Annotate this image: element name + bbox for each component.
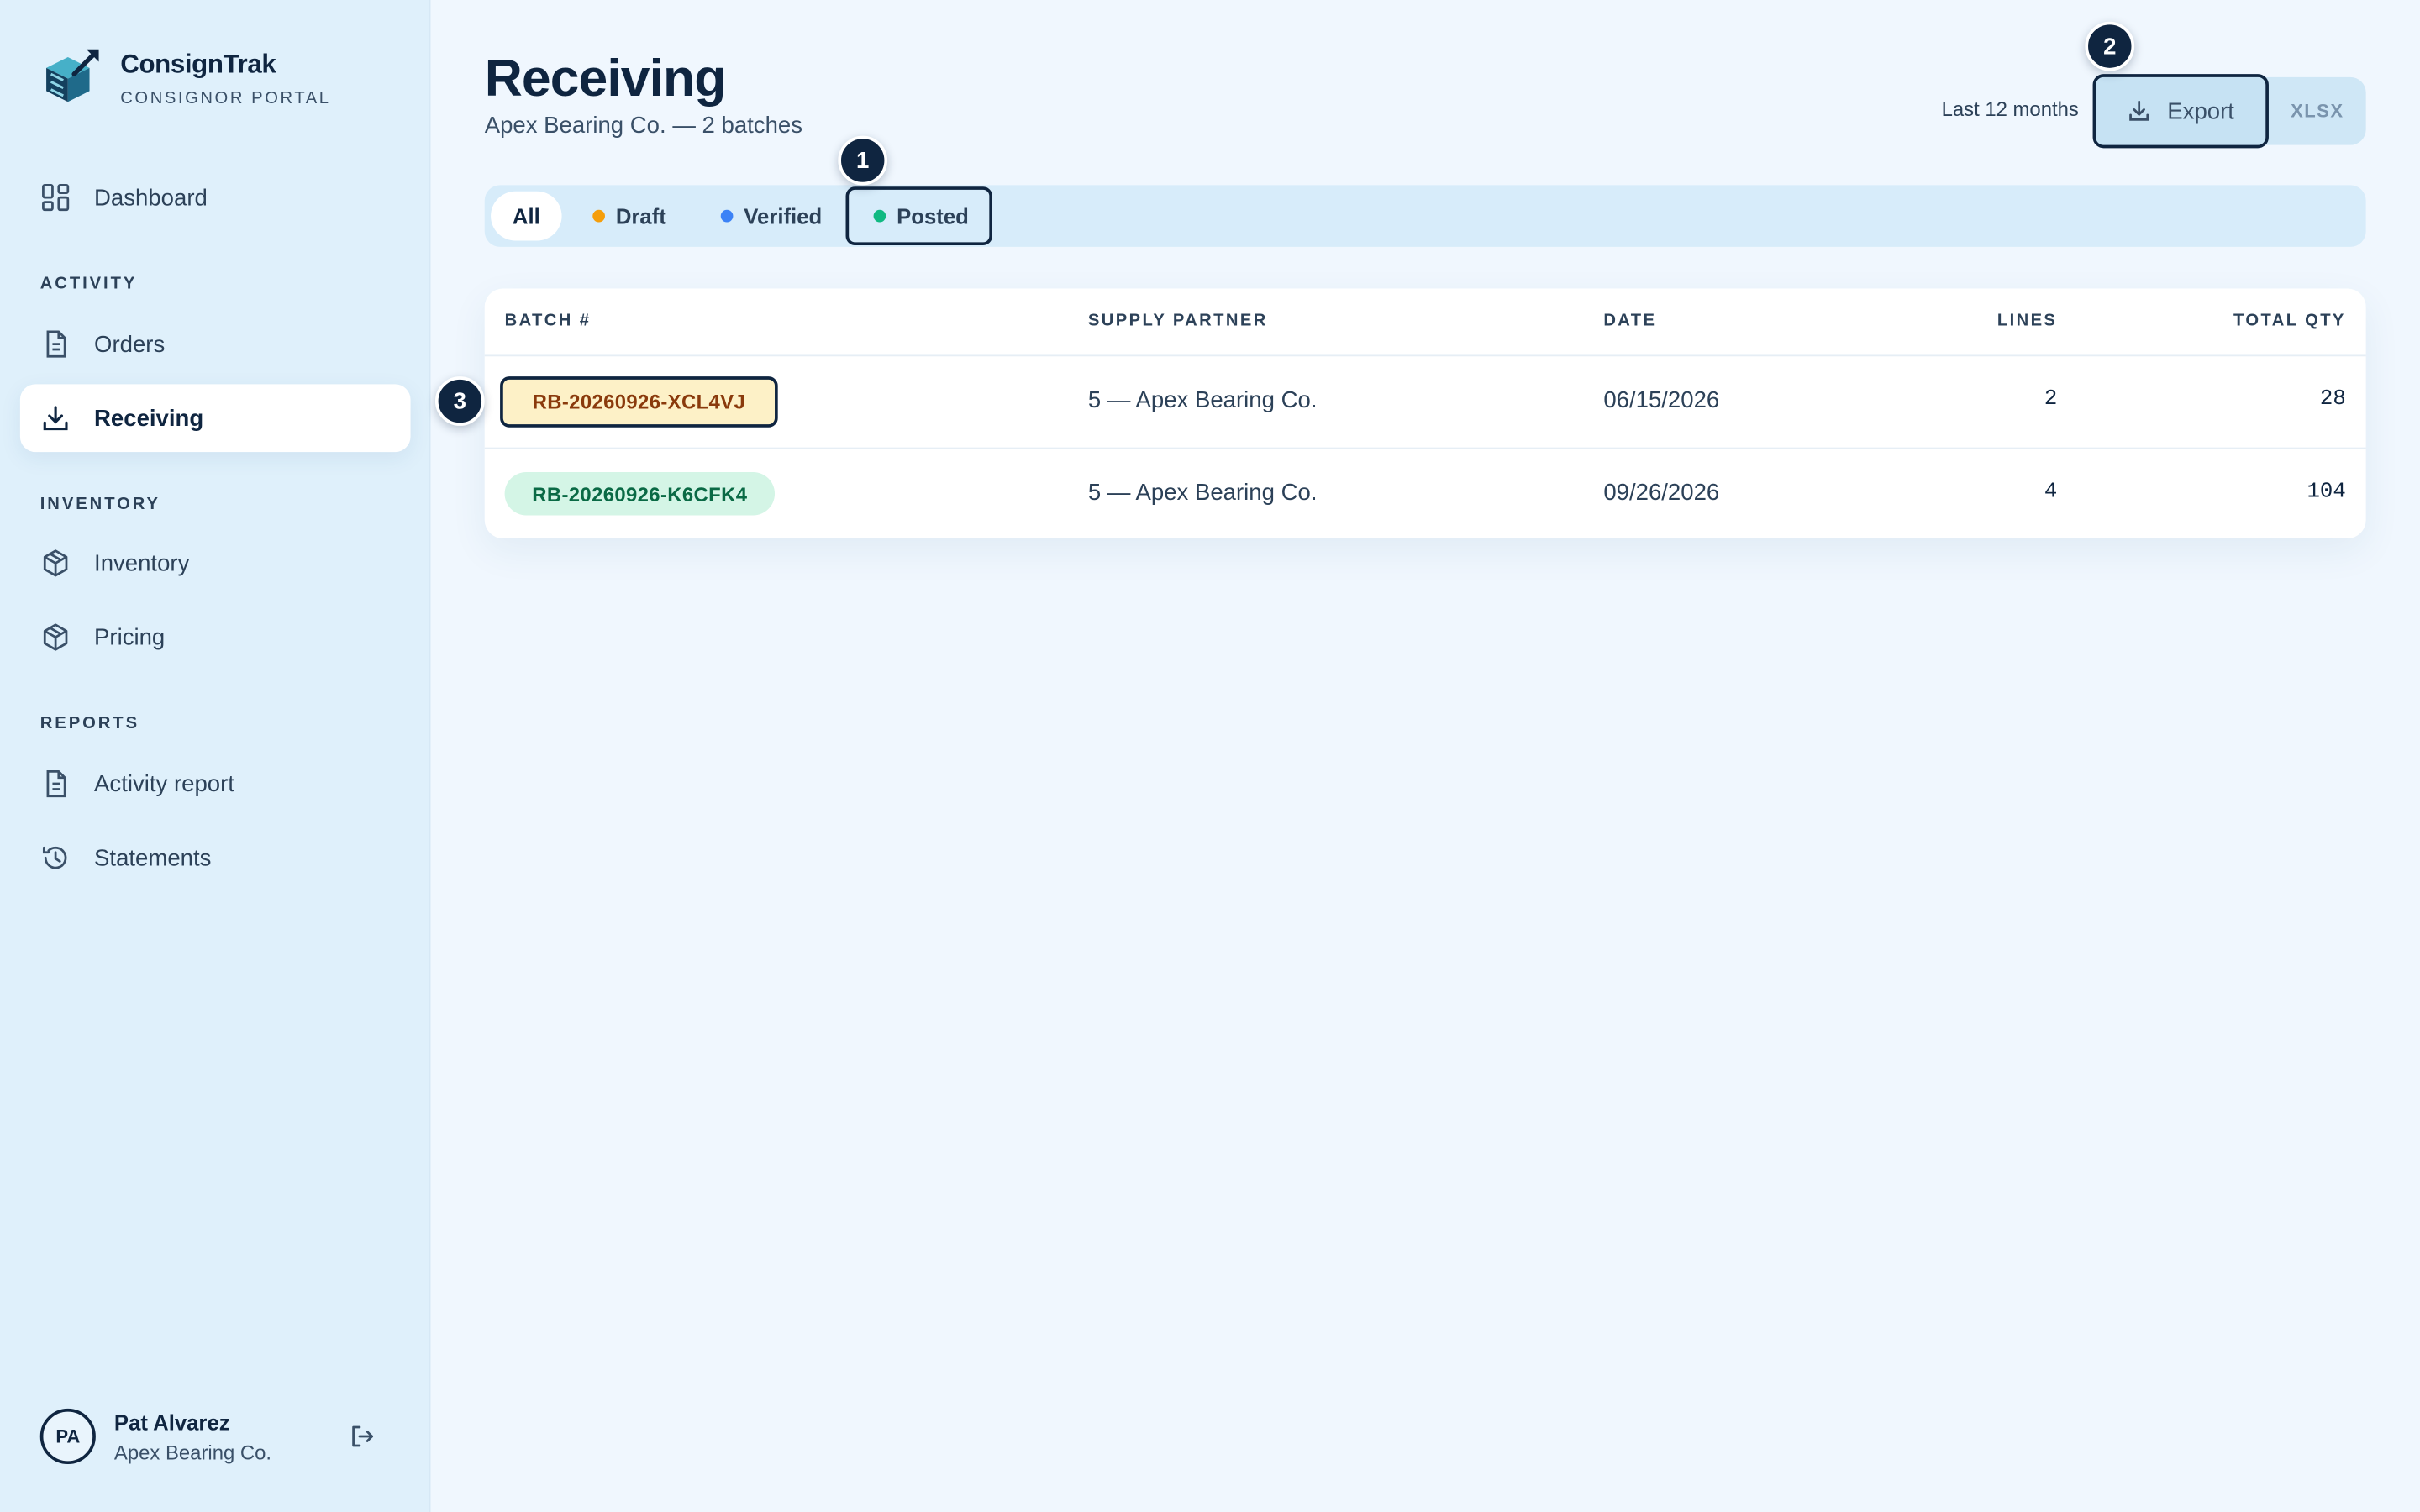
- app-frame: ConsignTrak CONSIGNOR PORTAL Dashboard A…: [0, 0, 2420, 1512]
- logout-icon[interactable]: [349, 1422, 376, 1450]
- annotation-badge: 3: [434, 376, 485, 426]
- sidebar-item-inventory[interactable]: Inventory: [20, 529, 411, 597]
- status-filter-bar: All Draft Verified Posted: [484, 185, 2366, 247]
- table-cell-qty: 28: [2319, 387, 2346, 412]
- sidebar-item-label: Receiving: [94, 405, 204, 432]
- sidebar-item-label: Inventory: [94, 549, 190, 577]
- format-xlsx-button[interactable]: XLSX: [2269, 77, 2366, 145]
- sidebar-item-label: Activity report: [94, 770, 234, 797]
- divider: [484, 447, 2366, 449]
- table-cell-lines: 4: [2044, 480, 2058, 505]
- sidebar-item-label: Statements: [94, 844, 212, 871]
- section-inventory: INVENTORY: [39, 495, 160, 514]
- grid-icon: [42, 184, 70, 212]
- section-activity: ACTIVITY: [39, 274, 138, 293]
- table-cell-date: 09/26/2026: [1603, 480, 1720, 507]
- status-dot: [592, 209, 605, 223]
- section-reports: REPORTS: [39, 714, 139, 733]
- box-icon: [43, 549, 68, 577]
- brand-name: ConsignTrak: [120, 49, 276, 79]
- history-icon: [42, 846, 67, 869]
- filter-tab-label: Draft: [615, 203, 666, 228]
- table-cell-date: 06/15/2026: [1603, 387, 1720, 414]
- annotation-badge: 2: [2085, 21, 2135, 71]
- download-icon: [2129, 100, 2149, 121]
- filter-tab-posted[interactable]: Posted: [845, 186, 992, 246]
- column-header[interactable]: BATCH #: [505, 312, 592, 330]
- avatar[interactable]: PA: [39, 1408, 96, 1465]
- divider: [484, 354, 2366, 357]
- sidebar: ConsignTrak CONSIGNOR PORTAL Dashboard A…: [0, 0, 431, 1512]
- column-header[interactable]: DATE: [1603, 312, 1656, 330]
- filter-tab-label: Posted: [897, 203, 969, 228]
- table-cell-lines: 2: [2044, 387, 2058, 412]
- status-dot: [720, 209, 734, 223]
- column-header[interactable]: LINES: [1997, 312, 2057, 330]
- box-icon: [43, 623, 68, 651]
- sidebar-item-orders[interactable]: Orders: [20, 310, 411, 378]
- date-range[interactable]: Last 12 months: [1942, 97, 2079, 121]
- user-profile: PA Pat Alvarez Apex Bearing Co.: [39, 1407, 395, 1468]
- document-icon: [46, 769, 66, 798]
- brand-subtitle: CONSIGNOR PORTAL: [120, 89, 331, 108]
- sidebar-item-activity-report[interactable]: Activity report: [20, 750, 411, 818]
- sidebar-item-label: Pricing: [94, 623, 166, 651]
- user-name: Pat Alvarez: [113, 1410, 230, 1436]
- column-header[interactable]: SUPPLY PARTNER: [1088, 312, 1268, 330]
- sidebar-item-statements[interactable]: Statements: [20, 824, 411, 892]
- table-cell-partner: 5 — Apex Bearing Co.: [1087, 387, 1318, 414]
- batch-link[interactable]: RB-20260926-K6CFK4: [504, 472, 776, 516]
- user-org: Apex Bearing Co.: [113, 1441, 272, 1465]
- download-icon: [43, 406, 68, 431]
- filter-tab-verified[interactable]: Verified: [720, 192, 823, 241]
- page-subtitle: Apex Bearing Co. — 2 batches: [484, 113, 802, 139]
- column-header[interactable]: TOTAL QTY: [2233, 312, 2346, 330]
- sidebar-item-dashboard[interactable]: Dashboard: [20, 164, 411, 232]
- batches-table: BATCH # SUPPLY PARTNER DATE LINES TOTAL …: [484, 288, 2366, 539]
- export-button[interactable]: Export: [2092, 74, 2269, 149]
- batch-link[interactable]: RB-20260926-XCL4VJ: [500, 376, 778, 428]
- sidebar-item-pricing[interactable]: Pricing: [20, 603, 411, 671]
- document-icon: [46, 330, 66, 358]
- sidebar-item-label: Dashboard: [94, 184, 208, 211]
- sidebar-item-receiving[interactable]: Receiving: [19, 384, 411, 453]
- annotation-badge: 1: [838, 135, 888, 186]
- brand: ConsignTrak CONSIGNOR PORTAL: [40, 46, 331, 108]
- filter-tab-all[interactable]: All: [491, 191, 562, 241]
- consigntrak-logo-icon: [46, 49, 99, 102]
- sidebar-item-label: Orders: [94, 330, 166, 358]
- page-title: Receiving: [484, 49, 727, 108]
- export-label: Export: [2167, 97, 2234, 124]
- status-dot: [873, 209, 886, 223]
- filter-tab-label: Verified: [744, 203, 823, 228]
- table-cell-qty: 104: [2307, 480, 2346, 505]
- export-group: Export XLSX: [2092, 74, 2366, 149]
- table-cell-partner: 5 — Apex Bearing Co.: [1087, 480, 1318, 507]
- filter-tab-draft[interactable]: Draft: [592, 192, 666, 241]
